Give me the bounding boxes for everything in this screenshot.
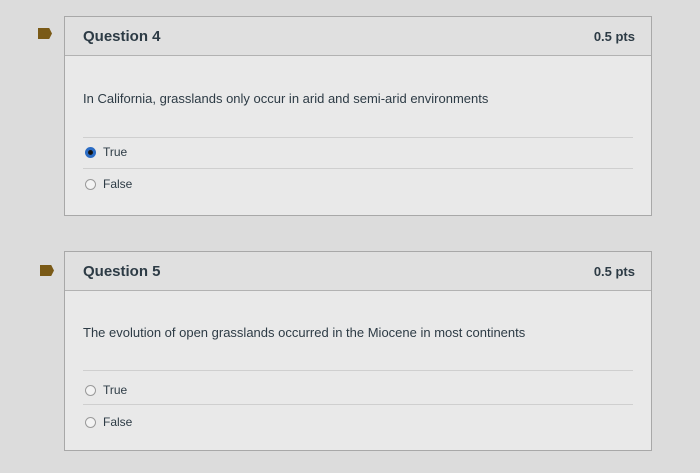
- divider: [83, 137, 633, 138]
- question-text: The evolution of open grasslands occurre…: [83, 325, 526, 340]
- answer-label: True: [103, 383, 128, 397]
- bookmark-flag-icon[interactable]: [40, 265, 54, 276]
- answer-label: True: [103, 145, 128, 159]
- question-card: Question 4 0.5 pts In California, grassl…: [64, 16, 652, 216]
- question-points: 0.5 pts: [593, 263, 635, 279]
- question-header: Question 5 0.5 pts: [65, 252, 651, 291]
- question-title: Question 4: [83, 27, 161, 45]
- radio-button[interactable]: [85, 416, 96, 428]
- question-points: 0.5 pts: [593, 28, 635, 44]
- question-text: In California, grasslands only occur in …: [83, 91, 489, 106]
- answer-label: False: [103, 415, 133, 429]
- question-header: Question 4 0.5 pts: [65, 17, 651, 56]
- question-title: Question 5: [83, 262, 161, 280]
- answer-option-true[interactable]: True: [85, 383, 127, 397]
- question-card: Question 5 0.5 pts The evolution of open…: [64, 251, 652, 451]
- radio-button[interactable]: [85, 384, 96, 396]
- answer-option-false[interactable]: False: [85, 177, 132, 191]
- divider: [83, 370, 633, 371]
- answer-option-true[interactable]: True: [85, 145, 127, 159]
- answer-option-false[interactable]: False: [85, 415, 132, 429]
- bookmark-flag-icon[interactable]: [38, 28, 52, 39]
- radio-button[interactable]: [85, 178, 96, 190]
- radio-button-selected[interactable]: [85, 146, 96, 158]
- divider: [83, 404, 633, 405]
- answer-label: False: [103, 177, 133, 191]
- divider: [83, 168, 633, 169]
